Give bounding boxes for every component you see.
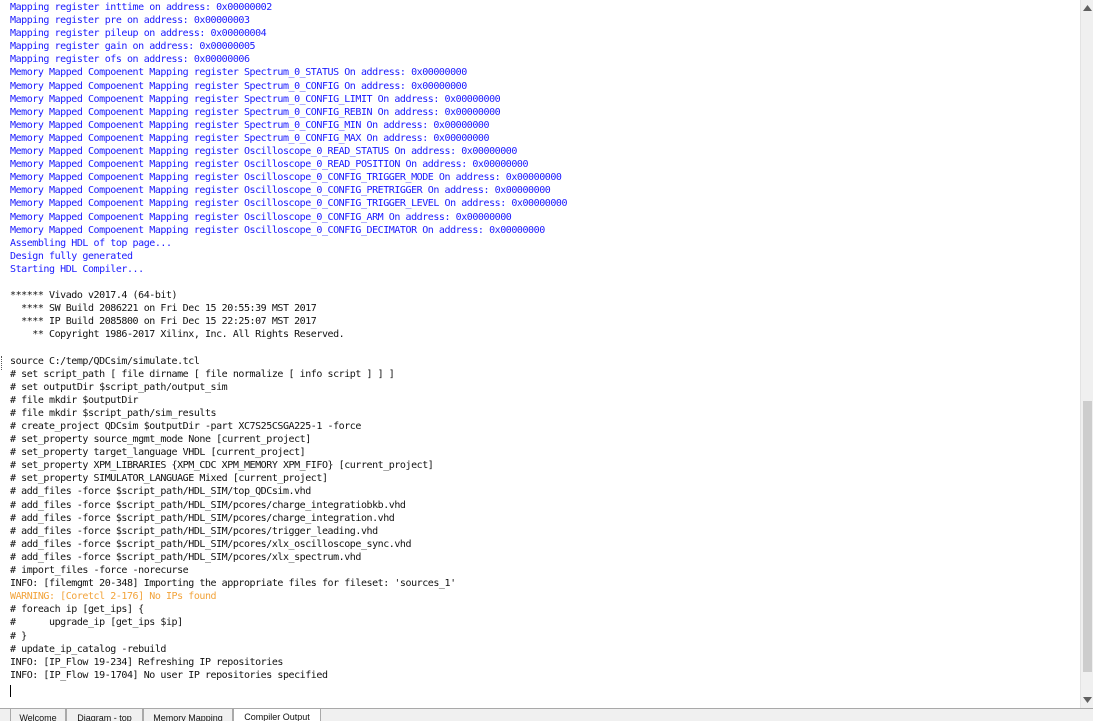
console-line: Memory Mapped Compoenent Mapping registe… [10, 146, 517, 158]
console-line: Mapping register inttime on address: 0x0… [10, 2, 272, 13]
console-line: Memory Mapped Compoenent Mapping registe… [10, 119, 490, 131]
console-line: # foreach ip [get_ips] { [10, 604, 144, 616]
scrollbar-thumb[interactable] [1083, 401, 1092, 672]
console-line: Design fully generated [10, 250, 133, 262]
console-line: Memory Mapped Compoenent Mapping registe… [10, 185, 551, 197]
console-line: INFO: [IP_Flow 19-1704] No user IP repos… [10, 669, 328, 681]
console-line: **** SW Build 2086221 on Fri Dec 15 20:5… [10, 303, 317, 315]
console-line: Memory Mapped Compoenent Mapping registe… [10, 224, 545, 236]
console-line: # set_property XPM_LIBRARIES {XPM_CDC XP… [10, 460, 434, 472]
console-line: ** Copyright 1986-2017 Xilinx, Inc. All … [10, 329, 345, 341]
vertical-scrollbar[interactable] [1080, 0, 1093, 708]
console-line: ****** Vivado v2017.4 (64-bit) [10, 290, 178, 302]
compiler-output-console[interactable]: Mapping register inttime on address: 0x0… [0, 0, 1080, 708]
console-line: # update_ip_catalog -rebuild [10, 643, 166, 655]
console-line: Memory Mapped Compoenent Mapping registe… [10, 93, 501, 105]
console-line: # add_files -force $script_path/HDL_SIM/… [10, 538, 412, 550]
console-line: Memory Mapped Compoenent Mapping registe… [10, 67, 467, 79]
console-line: # add_files -force $script_path/HDL_SIM/… [10, 525, 378, 537]
console-line: Assembling HDL of top page... [10, 237, 172, 249]
console-line: # set outputDir $script_path/output_sim [10, 381, 228, 393]
console-line: # set_property source_mgmt_mode None [cu… [10, 434, 311, 446]
console-line: Memory Mapped Compoenent Mapping registe… [10, 132, 490, 144]
console-line: # set_property SIMULATOR_LANGUAGE Mixed … [10, 473, 328, 485]
console-line: # upgrade_ip [get_ips $ip] [10, 617, 183, 629]
console-line: Memory Mapped Compoenent Mapping registe… [10, 211, 512, 223]
gutter-marker [1, 356, 4, 370]
console-line: Mapping register pre on address: 0x00000… [10, 15, 250, 27]
console-line: INFO: [filemgmt 20-348] Importing the ap… [10, 578, 456, 590]
console-line: # add_files -force $script_path/HDL_SIM/… [10, 486, 311, 498]
document-tab-bar: Welcome Diagram - top Memory Mapping Com… [0, 708, 1093, 721]
triangle-up-icon [1083, 5, 1092, 11]
scroll-up-button[interactable] [1081, 0, 1093, 16]
console-line: # set script_path [ file dirname [ file … [10, 368, 395, 380]
tab-compiler-output[interactable]: Compiler Output [233, 709, 321, 721]
console-line: # set_property target_language VHDL [cur… [10, 447, 306, 459]
console-line: Memory Mapped Compoenent Mapping registe… [10, 159, 529, 171]
console-lines: Mapping register inttime on address: 0x0… [10, 1, 1080, 682]
console-line: INFO: [IP_Flow 19-234] Refreshing IP rep… [10, 656, 283, 668]
tab-diagram-top[interactable]: Diagram - top [66, 709, 143, 721]
console-line: Mapping register ofs on address: 0x00000… [10, 54, 250, 66]
console-line: source C:/temp/QDCsim/simulate.tcl [10, 355, 200, 367]
console-line: Mapping register gain on address: 0x0000… [10, 41, 256, 53]
tab-welcome[interactable]: Welcome [10, 709, 66, 721]
console-line: Memory Mapped Compoenent Mapping registe… [10, 106, 501, 118]
console-line: **** IP Build 2085800 on Fri Dec 15 22:2… [10, 316, 317, 328]
console-line: Memory Mapped Compoenent Mapping registe… [10, 198, 568, 210]
console-line: Memory Mapped Compoenent Mapping registe… [10, 80, 467, 92]
console-line: Starting HDL Compiler... [10, 263, 144, 275]
text-caret [10, 685, 11, 697]
console-warning-line: WARNING: [Coretcl 2-176] No IPs found [10, 591, 217, 603]
console-line: # add_files -force $script_path/HDL_SIM/… [10, 499, 406, 511]
console-line: # add_files -force $script_path/HDL_SIM/… [10, 551, 361, 563]
console-line: # file mkdir $outputDir [10, 394, 139, 406]
scroll-down-button[interactable] [1081, 692, 1093, 708]
console-line: # file mkdir $script_path/sim_results [10, 407, 217, 419]
triangle-down-icon [1083, 697, 1092, 703]
console-line: # add_files -force $script_path/HDL_SIM/… [10, 512, 395, 524]
console-line: Mapping register pileup on address: 0x00… [10, 28, 267, 40]
console-line: Memory Mapped Compoenent Mapping registe… [10, 172, 562, 184]
console-line: # import_files -force -norecurse [10, 565, 189, 577]
console-line: # create_project QDCsim $outputDir -part… [10, 421, 361, 432]
console-line: # } [10, 630, 27, 642]
tab-memory-mapping[interactable]: Memory Mapping [143, 709, 233, 721]
